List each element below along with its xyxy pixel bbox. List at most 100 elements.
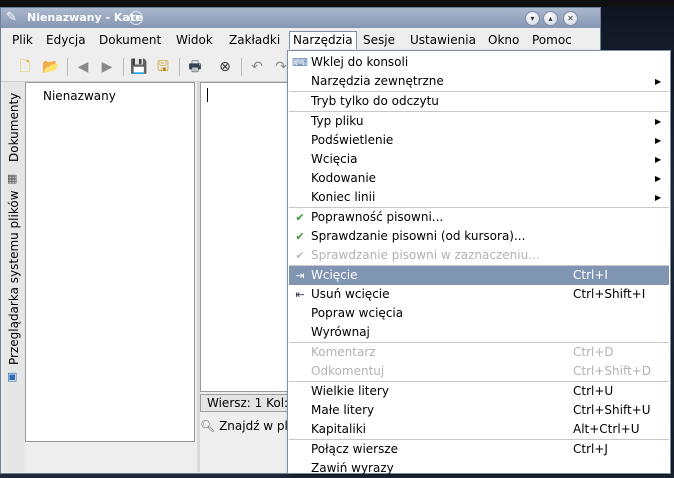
tab-documents[interactable]: Dokumenty <box>3 86 25 168</box>
documents-tab-icon: ▦ <box>7 172 18 185</box>
menu-item-sprawdzanie-pisowni-w-zaznaczeniu: ✔ Sprawdzanie pisowni w zaznaczeniu... <box>289 246 669 265</box>
save-icon[interactable]: 💾 <box>129 57 149 77</box>
menu-plik[interactable]: Plik <box>9 32 36 49</box>
spell-icon: ✔ <box>295 249 305 262</box>
menu-item-shortcut: Ctrl+Shift+I <box>573 287 646 301</box>
back-icon[interactable]: ◀ <box>73 57 93 77</box>
menu-edycja[interactable]: Edycja <box>43 32 89 49</box>
title-bar[interactable]: ✎ Nienazwany - Kate ◔ ▾ ▴ ✕ <box>1 8 600 28</box>
menu-item-koniec-linii[interactable]: Koniec linii ▶ <box>289 188 669 207</box>
editor-area[interactable] <box>200 82 300 392</box>
tab-file-browser[interactable]: Przeglądarka systemu plików <box>3 188 25 368</box>
menu-item-label: Kodowanie <box>311 171 377 185</box>
spell-icon: ✔ <box>295 230 305 243</box>
menu-item-wcięcia[interactable]: Wcięcia ▶ <box>289 150 669 169</box>
menu-item-label: Narzędzia zewnętrzne <box>311 74 444 88</box>
submenu-arrow-icon: ▶ <box>655 117 662 126</box>
menu-item-wyrównaj[interactable]: Wyrównaj <box>289 323 669 342</box>
text-cursor <box>207 88 208 102</box>
submenu-arrow-icon: ▶ <box>655 174 662 183</box>
menu-okno[interactable]: Okno <box>485 32 522 49</box>
menu-item-tryb-tylko-do-odczytu[interactable]: Tryb tylko do odczytu <box>289 92 669 111</box>
menu-item-shortcut: Ctrl+Shift+D <box>573 364 651 378</box>
file-browser-tab-icon: ▣ <box>7 370 18 383</box>
maximize-button[interactable]: ▴ <box>543 11 558 26</box>
print-icon[interactable]: 🖶 <box>185 57 205 77</box>
menu-item-połącz-wiersze[interactable]: Połącz wiersze Ctrl+J <box>289 440 669 459</box>
find-in-files-tab[interactable]: 🔍︎ Znajdź w pl <box>200 416 300 436</box>
menu-item-label: Komentarz <box>311 345 376 359</box>
menu-item-label: Koniec linii <box>311 190 376 204</box>
menu-item-label: Połącz wiersze <box>311 442 399 456</box>
menu-zakładki[interactable]: Zakładki <box>226 32 283 49</box>
submenu-arrow-icon: ▶ <box>655 193 662 202</box>
menu-item-sprawdzanie-pisowni-od-kursora[interactable]: ✔ Sprawdzanie pisowni (od kursora)... <box>289 227 669 246</box>
menu-item-poprawność-pisowni[interactable]: ✔ Poprawność pisowni... <box>289 208 669 227</box>
menu-item-label: Sprawdzanie pisowni (od kursora)... <box>311 229 526 243</box>
menu-item-shortcut: Ctrl+U <box>573 384 614 398</box>
status-bar-position: Wiersz: 1 Kol: <box>200 394 300 412</box>
menu-item-typ-pliku[interactable]: Typ pliku ▶ <box>289 112 669 131</box>
close-document-icon[interactable]: ⊗ <box>215 57 235 77</box>
menu-item-label: Typ pliku <box>311 114 364 128</box>
menu-item-usuń-wcięcie[interactable]: ⇤ Usuń wcięcie Ctrl+Shift+I <box>289 285 669 304</box>
menu-ustawienia[interactable]: Ustawienia <box>407 32 479 49</box>
menu-item-label: Wcięcia <box>311 152 358 166</box>
save-as-icon[interactable]: 🖫 <box>153 57 173 77</box>
menu-item-wcięcie[interactable]: ⇥ Wcięcie Ctrl+I <box>289 266 669 285</box>
undo-icon[interactable]: ↶ <box>247 57 267 77</box>
kate-app-icon[interactable]: ✎ <box>6 10 22 26</box>
new-file-icon[interactable]: 🗋 <box>15 57 35 77</box>
menu-item-label: Wcięcie <box>311 268 358 282</box>
menu-item-label: Usuń wcięcie <box>311 287 390 301</box>
submenu-arrow-icon: ▶ <box>655 155 662 164</box>
console-icon: ⌨ <box>292 56 308 69</box>
menu-item-kodowanie[interactable]: Kodowanie ▶ <box>289 169 669 188</box>
menu-item-małe-litery[interactable]: Małe litery Ctrl+Shift+U <box>289 401 669 420</box>
spell-icon: ✔ <box>295 211 305 224</box>
menu-item-podświetlenie[interactable]: Podświetlenie ▶ <box>289 131 669 150</box>
open-file-icon[interactable]: 📂 <box>41 57 61 77</box>
toolbar-separator <box>241 58 242 76</box>
window-title: Nienazwany - Kate <box>27 11 143 24</box>
document-list-item[interactable]: Nienazwany <box>43 89 116 103</box>
menu-item-zawiń-wyrazy[interactable]: Zawiń wyrazy <box>289 459 669 478</box>
menu-widok[interactable]: Widok <box>173 32 216 49</box>
menu-narzędzia[interactable]: Narzędzia <box>289 31 357 49</box>
top-panel-strip <box>0 0 674 7</box>
menu-item-label: Tryb tylko do odczytu <box>311 94 439 108</box>
find-in-files-label: Znajdź w pl <box>219 419 288 433</box>
submenu-arrow-icon: ▶ <box>655 77 662 86</box>
close-button[interactable]: ✕ <box>563 11 578 26</box>
unindent-icon: ⇤ <box>295 288 305 301</box>
document-list-panel: Nienazwany <box>25 82 195 442</box>
menu-item-label: Wielkie litery <box>311 384 389 398</box>
menu-item-label: Wyrównaj <box>311 325 370 339</box>
menu-item-kapitaliki[interactable]: Kapitaliki Alt+Ctrl+U <box>289 420 669 439</box>
menu-item-popraw-wcięcia[interactable]: Popraw wcięcia <box>289 304 669 323</box>
menu-item-wklej-do-konsoli[interactable]: ⌨ Wklej do konsoli <box>289 53 669 72</box>
toolbar-separator <box>67 58 68 76</box>
menu-item-label: Podświetlenie <box>311 133 394 147</box>
menu-item-komentarz: Komentarz Ctrl+D <box>289 343 669 362</box>
toolbar-separator <box>179 58 180 76</box>
minimize-button[interactable]: ▾ <box>525 11 540 26</box>
forward-icon[interactable]: ▶ <box>97 57 117 77</box>
submenu-arrow-icon: ▶ <box>655 136 662 145</box>
menu-item-wielkie-litery[interactable]: Wielkie litery Ctrl+U <box>289 382 669 401</box>
menu-item-narzędzia-zewnętrzne[interactable]: Narzędzia zewnętrzne ▶ <box>289 72 669 91</box>
menu-pomoc[interactable]: Pomoc <box>529 32 575 49</box>
menu-dokument[interactable]: Dokument <box>96 32 164 49</box>
menu-sesje[interactable]: Sesje <box>360 32 398 49</box>
menu-item-label: Kapitaliki <box>311 422 366 436</box>
menu-item-shortcut: Alt+Ctrl+U <box>573 422 640 436</box>
menu-item-odkomentuj: Odkomentuj Ctrl+Shift+D <box>289 362 669 381</box>
sticky-icon[interactable]: ◔ <box>129 11 143 25</box>
menu-item-shortcut: Ctrl+I <box>573 268 608 282</box>
toolbar-separator <box>123 58 124 76</box>
menu-bar: Plik Edycja Dokument Widok Zakładki Narzędzia… <box>1 29 600 51</box>
menu-item-label: Wklej do konsoli <box>311 55 409 69</box>
menu-item-label: Zawiń wyrazy <box>311 461 394 475</box>
side-tab-strip: Dokumenty ▦ Przeglądarka systemu plików … <box>3 82 25 472</box>
menu-item-label: Poprawność pisowni... <box>311 210 444 224</box>
